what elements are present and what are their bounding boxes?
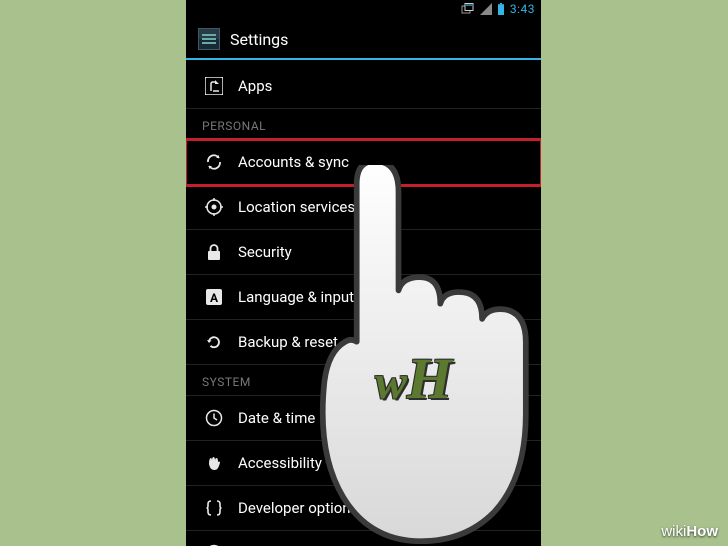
- signal-icon: [480, 3, 492, 15]
- section-header-personal: PERSONAL: [186, 109, 541, 140]
- row-label: Accessibility: [238, 454, 322, 472]
- row-label: Accounts & sync: [238, 153, 349, 171]
- battery-icon: [497, 3, 505, 15]
- language-icon: A: [204, 287, 224, 307]
- braces-icon: [204, 498, 224, 518]
- row-about-tablet[interactable]: About tablet: [186, 531, 541, 546]
- title-bar: Settings: [186, 18, 541, 60]
- page-title: Settings: [230, 30, 288, 49]
- row-developer-options[interactable]: Developer options: [186, 486, 541, 531]
- apps-icon: [204, 76, 224, 96]
- row-location-services[interactable]: Location services: [186, 185, 541, 230]
- status-bar: 3:43: [186, 0, 541, 18]
- location-icon: [204, 197, 224, 217]
- clock-icon: [204, 408, 224, 428]
- row-label: Apps: [238, 77, 272, 95]
- settings-app-icon: [198, 28, 220, 50]
- row-date-time[interactable]: Date & time: [186, 396, 541, 441]
- row-label: Developer options: [238, 499, 358, 517]
- row-accessibility[interactable]: Accessibility: [186, 441, 541, 486]
- row-label: Location services: [238, 198, 355, 216]
- sync-icon: [204, 152, 224, 172]
- row-apps[interactable]: Apps: [186, 64, 541, 109]
- section-header-system: SYSTEM: [186, 365, 541, 396]
- row-security[interactable]: Security: [186, 230, 541, 275]
- lock-icon: [204, 242, 224, 262]
- hand-icon: [204, 453, 224, 473]
- status-time: 3:43: [510, 2, 535, 16]
- row-backup-reset[interactable]: Backup & reset: [186, 320, 541, 365]
- settings-list: Apps PERSONAL Accounts & sync Location s…: [186, 60, 541, 546]
- svg-text:A: A: [210, 291, 219, 305]
- row-label: Language & input: [238, 288, 354, 306]
- row-label: Backup & reset: [238, 333, 338, 351]
- row-language-input[interactable]: A Language & input: [186, 275, 541, 320]
- android-settings-screen: 3:43 Settings Apps PERSONAL Accounts & s…: [186, 0, 541, 546]
- row-accounts-sync[interactable]: Accounts & sync: [186, 140, 541, 185]
- backup-icon: [204, 332, 224, 352]
- row-label: Date & time: [238, 409, 315, 427]
- row-label: Security: [238, 243, 292, 261]
- cascade-windows-icon: [461, 3, 475, 15]
- wikihow-watermark: wikiHow: [661, 523, 718, 540]
